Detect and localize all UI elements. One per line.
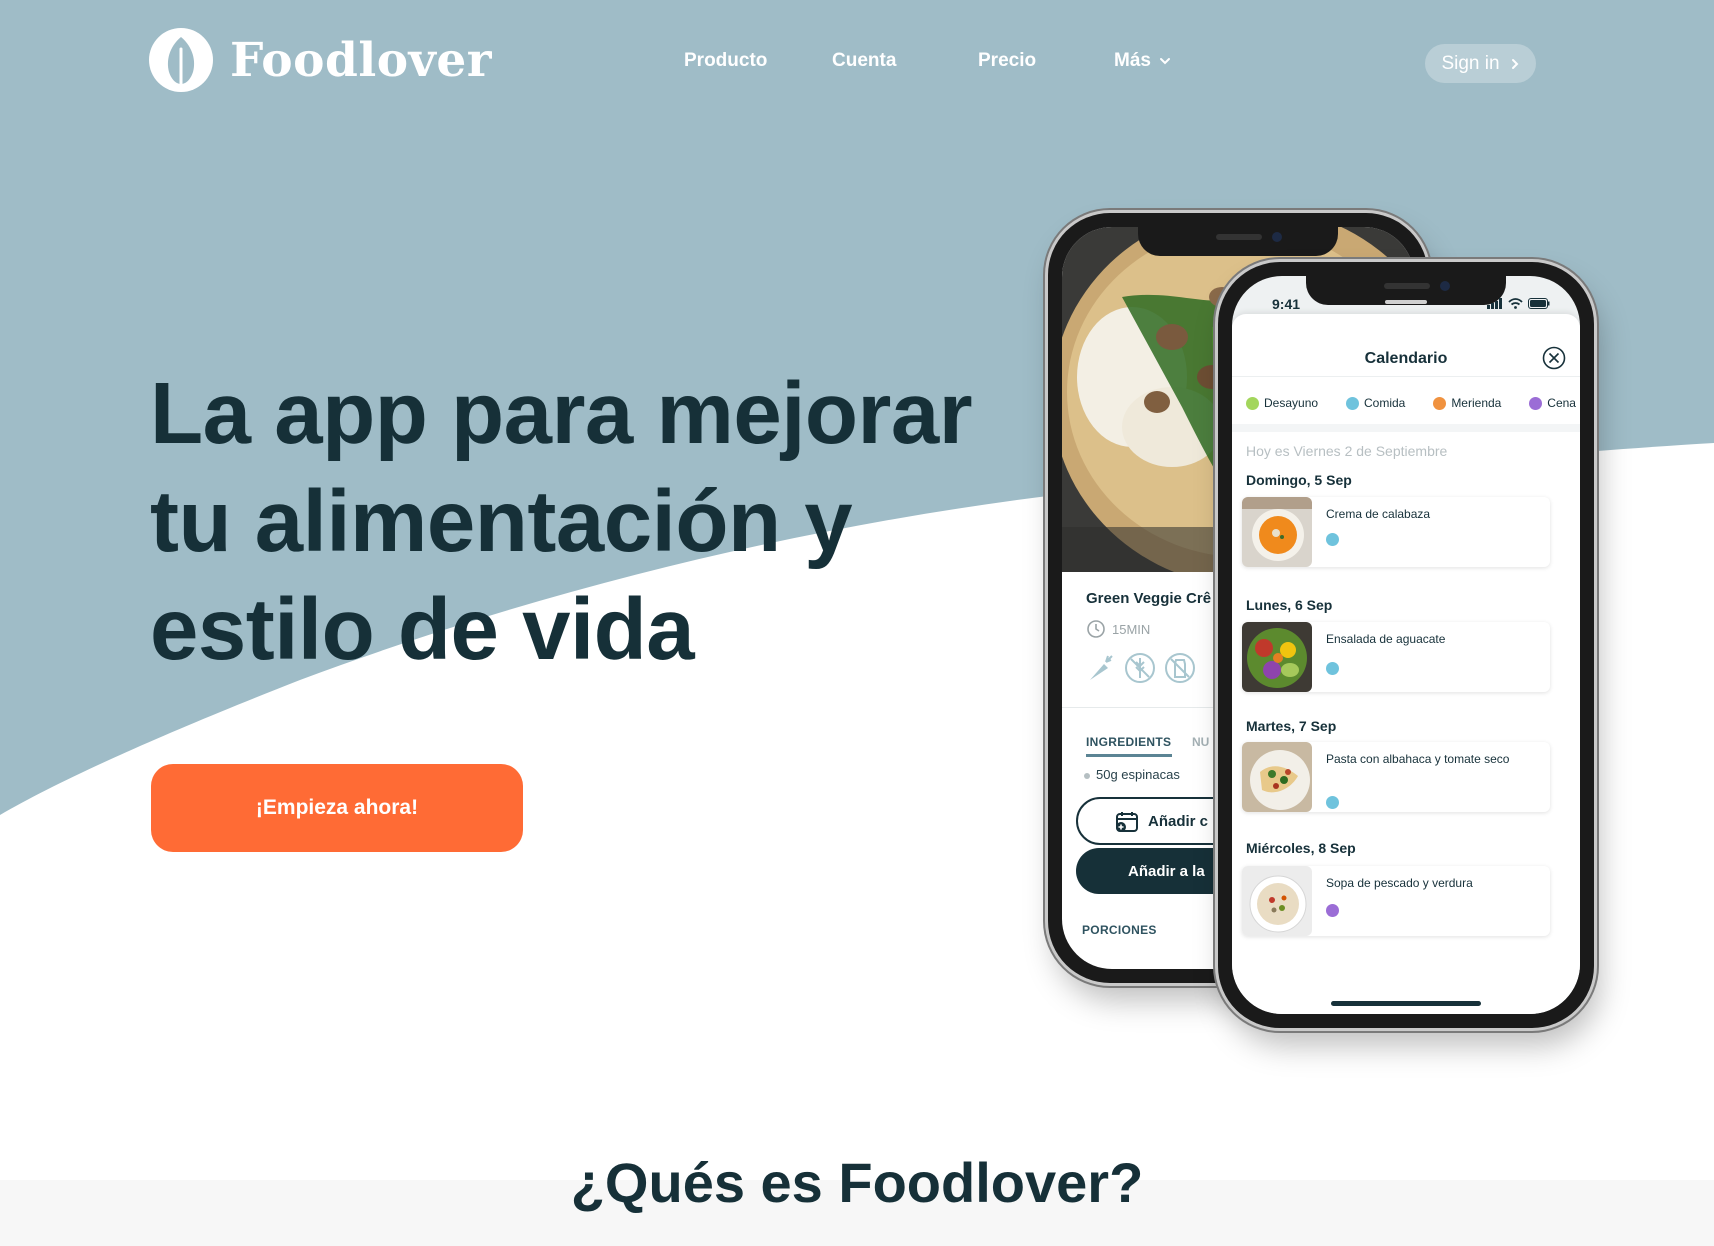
signal-icon xyxy=(1487,298,1502,309)
hero-title-line: La app para mejorar xyxy=(150,365,973,462)
day-heading: Lunes, 6 Sep xyxy=(1246,597,1333,613)
bullet xyxy=(1084,773,1090,779)
portions-label: PORCIONES xyxy=(1082,923,1157,937)
hero-title: La app para mejorar tu alimentación y es… xyxy=(150,360,1050,684)
leaf-logo-icon xyxy=(149,28,213,92)
sign-in-button[interactable]: Sign in xyxy=(1425,44,1536,83)
status-time: 9:41 xyxy=(1272,296,1301,312)
meal-type-dot xyxy=(1326,796,1339,809)
meal-name: Crema de calabaza xyxy=(1326,507,1431,521)
meal-name: Sopa de pescado y verdura xyxy=(1326,876,1473,890)
legend-dot xyxy=(1433,396,1447,410)
phone-notch xyxy=(1138,226,1338,256)
meal-legend: Desayuno Comida Merienda Cena xyxy=(1246,396,1576,410)
meal-card[interactable]: Sopa de pescado y verdura xyxy=(1242,866,1550,936)
nav-item-cuenta[interactable]: Cuenta xyxy=(832,50,896,72)
meal-name: Pasta con albahaca y tomate seco xyxy=(1326,752,1510,766)
nav-item-precio[interactable]: Precio xyxy=(978,50,1036,72)
wifi-icon xyxy=(1508,298,1523,309)
home-indicator xyxy=(1331,1001,1481,1006)
pasta-photo xyxy=(1242,742,1312,812)
day-heading: Miércoles, 8 Sep xyxy=(1246,840,1356,856)
chevron-right-icon xyxy=(1511,58,1518,69)
pumpkin-soup-photo xyxy=(1242,497,1312,567)
legend-dot xyxy=(1246,396,1259,410)
legend-label: Cena xyxy=(1547,396,1576,410)
recipe-time-label: 15MIN xyxy=(1112,621,1151,637)
avocado-salad-photo xyxy=(1242,622,1312,692)
calendar-add-icon xyxy=(1116,812,1138,832)
start-now-button[interactable]: ¡Empieza ahora! xyxy=(151,764,523,852)
legend-dot xyxy=(1529,396,1543,410)
divider xyxy=(1232,424,1580,432)
day-heading: Domingo, 5 Sep xyxy=(1246,472,1352,488)
meal-type-dot xyxy=(1326,904,1339,917)
calendar-sheet: Calendario Desayuno Comida Merienda Cena… xyxy=(1232,314,1580,1014)
chevron-down-icon xyxy=(1159,58,1170,65)
calendar-title: Calendario xyxy=(1364,350,1448,367)
recipe-name: Green Veggie Crê xyxy=(1086,590,1212,607)
legend-item-comida: Comida xyxy=(1346,396,1405,410)
day-heading: Martes, 7 Sep xyxy=(1246,718,1337,734)
meal-card[interactable]: Pasta con albahaca y tomate seco xyxy=(1242,742,1550,812)
hero-title-line: estilo de vida xyxy=(150,581,695,678)
legend-label: Desayuno xyxy=(1264,396,1319,410)
diet-icons xyxy=(1084,652,1196,684)
ingredient-item: 50g espinacas xyxy=(1096,767,1180,782)
meal-type-dot xyxy=(1326,662,1339,675)
legend-label: Comida xyxy=(1364,396,1406,410)
legend-dot xyxy=(1346,396,1359,410)
legend-item-cena: Cena xyxy=(1529,396,1576,410)
meal-card[interactable]: Crema de calabaza xyxy=(1242,497,1550,567)
meal-type-dot xyxy=(1326,533,1339,546)
add-to-calendar-label: Añadir c xyxy=(1148,812,1209,830)
tab-indicator xyxy=(1086,754,1172,757)
nav-item-mas-label: Más xyxy=(1114,50,1151,71)
sign-in-label: Sign in xyxy=(1441,52,1500,74)
nav-item-mas[interactable]: Más xyxy=(1114,50,1171,72)
today-label: Hoy es Viernes 2 de Septiembre xyxy=(1246,443,1448,459)
meal-card[interactable]: Ensalada de aguacate xyxy=(1242,622,1550,692)
calendar-screen: 9:41 Calendario Desayuno Comida Merienda… xyxy=(1232,276,1580,1014)
clock-icon xyxy=(1087,620,1105,638)
brand-name: Foodlover xyxy=(230,32,493,88)
tab-ingredients[interactable]: INGREDIENTS xyxy=(1086,735,1171,749)
fish-soup-photo xyxy=(1242,866,1312,936)
meal-name: Ensalada de aguacate xyxy=(1326,632,1446,646)
section-title: ¿Qués es Foodlover? xyxy=(570,1151,1144,1214)
recipe-time: 15MIN xyxy=(1086,619,1150,639)
divider xyxy=(1232,376,1580,377)
battery-icon xyxy=(1528,298,1550,309)
gluten-free-icon xyxy=(1125,653,1155,683)
hero-title-line: tu alimentación y xyxy=(150,473,853,570)
dairy-free-icon xyxy=(1165,653,1195,683)
calendar-phone-mockup: 9:41 Calendario Desayuno Comida Merienda… xyxy=(1218,262,1594,1028)
status-icons xyxy=(1487,298,1550,309)
carrot-icon xyxy=(1090,655,1113,680)
legend-item-desayuno: Desayuno xyxy=(1246,396,1318,410)
legend-item-merienda: Merienda xyxy=(1433,396,1501,410)
close-icon[interactable] xyxy=(1542,346,1566,370)
brand-logo[interactable]: Foodlover xyxy=(148,26,492,94)
tab-nutrition[interactable]: NU xyxy=(1192,735,1209,749)
legend-label: Merienda xyxy=(1451,396,1502,410)
nav-item-producto[interactable]: Producto xyxy=(684,50,767,72)
sheet-grabber[interactable] xyxy=(1385,300,1427,304)
